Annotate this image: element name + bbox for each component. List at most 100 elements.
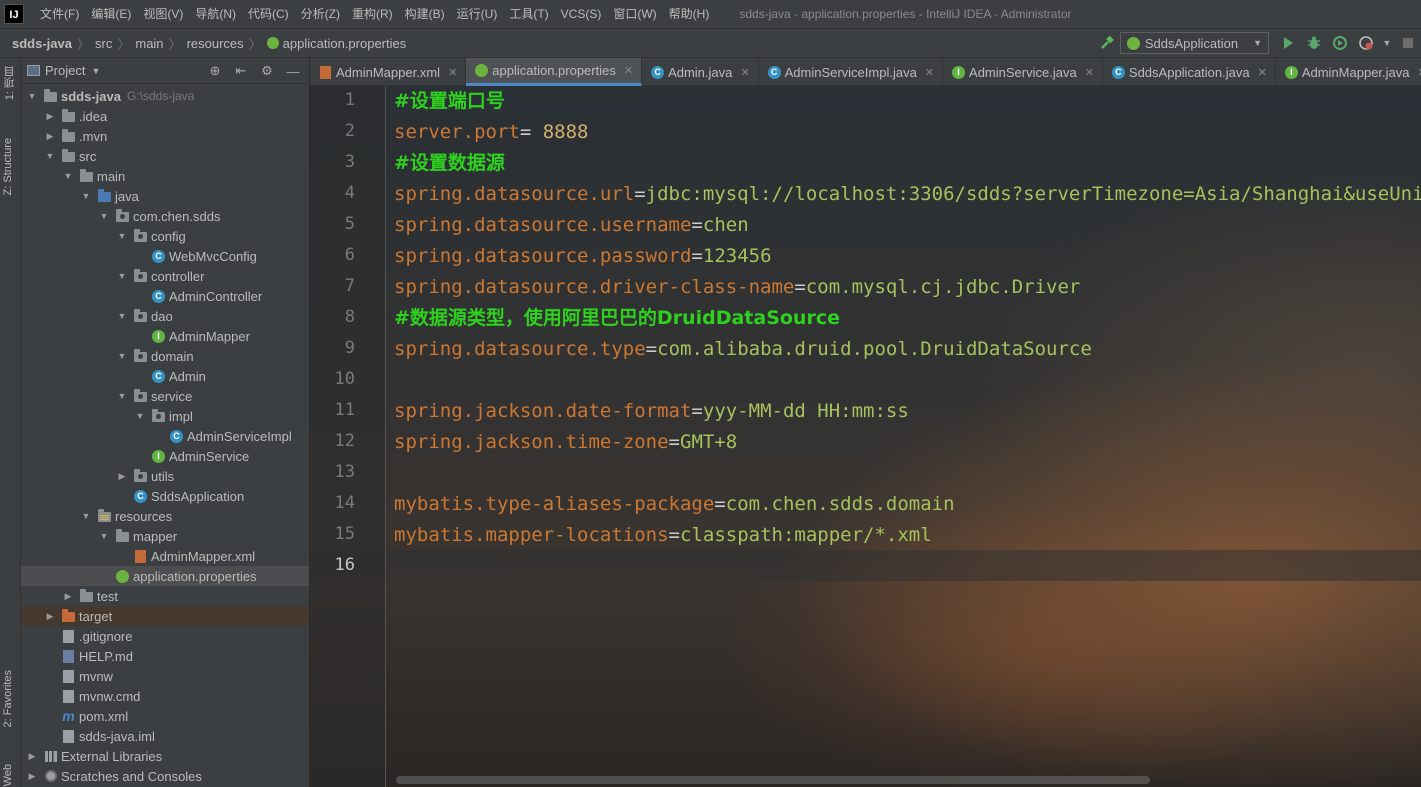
- tree-node[interactable]: HELP.md: [21, 646, 309, 666]
- coverage-icon[interactable]: [1328, 31, 1352, 55]
- chevron-down-icon[interactable]: ▼: [79, 511, 93, 521]
- tree-node[interactable]: ▼ com.chen.sdds: [21, 206, 309, 226]
- tree-node[interactable]: C Admin: [21, 366, 309, 386]
- close-icon[interactable]: ✕: [448, 66, 457, 79]
- chevron-right-icon[interactable]: ▶: [115, 471, 129, 482]
- chevron-down-icon[interactable]: ▼: [43, 151, 57, 161]
- chevron-down-icon[interactable]: ▼: [115, 311, 129, 321]
- tree-node[interactable]: application.properties: [21, 566, 309, 586]
- editor-tab[interactable]: AdminMapper.xml ✕: [310, 58, 467, 86]
- code-line[interactable]: spring.datasource.password=123456: [394, 241, 772, 272]
- tree-node[interactable]: ▼ service: [21, 386, 309, 406]
- intellij-logo-icon[interactable]: IJ: [4, 4, 24, 24]
- tree-node[interactable]: ▼ controller: [21, 266, 309, 286]
- menu-item[interactable]: 视图(V): [137, 0, 189, 28]
- menu-item[interactable]: 代码(C): [242, 0, 295, 28]
- tree-node[interactable]: ▼ impl: [21, 406, 309, 426]
- close-icon[interactable]: ✕: [740, 66, 749, 79]
- tree-node[interactable]: C SddsApplication: [21, 486, 309, 506]
- tree-node[interactable]: ▶ .mvn: [21, 126, 309, 146]
- chevron-down-icon[interactable]: ▼: [115, 231, 129, 241]
- code-line[interactable]: server.port= 8888: [394, 117, 589, 148]
- menu-item[interactable]: 文件(F): [34, 0, 85, 28]
- chevron-right-icon[interactable]: ▶: [43, 611, 57, 622]
- menu-item[interactable]: 导航(N): [189, 0, 242, 28]
- code-line[interactable]: mybatis.type-aliases-package=com.chen.sd…: [394, 489, 955, 520]
- tree-node[interactable]: ▶ test: [21, 586, 309, 606]
- tree-node[interactable]: ▼ java: [21, 186, 309, 206]
- tree-node[interactable]: mvnw: [21, 666, 309, 686]
- code-line[interactable]: spring.jackson.time-zone=GMT+8: [394, 427, 737, 458]
- tree-node[interactable]: ▶ External Libraries: [21, 746, 309, 766]
- close-icon[interactable]: ✕: [624, 64, 633, 77]
- chevron-right-icon[interactable]: ▶: [25, 771, 39, 782]
- breadcrumb-item[interactable]: main: [132, 36, 166, 51]
- menu-item[interactable]: 运行(U): [451, 0, 504, 28]
- tree-node[interactable]: ▶ .idea: [21, 106, 309, 126]
- gear-icon[interactable]: ⚙: [257, 62, 277, 80]
- project-view-select[interactable]: Project: [45, 63, 85, 78]
- chevron-down-icon[interactable]: ▼: [25, 91, 39, 101]
- breadcrumb-item[interactable]: resources: [184, 36, 247, 51]
- tool-window-structure-tab[interactable]: Z: Structure: [2, 138, 14, 195]
- code-line[interactable]: spring.datasource.type=com.alibaba.druid…: [394, 334, 1092, 365]
- tree-node[interactable]: ▼ resources: [21, 506, 309, 526]
- breadcrumb-item[interactable]: src: [92, 36, 115, 51]
- menu-item[interactable]: 工具(T): [503, 0, 554, 28]
- chevron-down-icon[interactable]: ▼: [97, 211, 111, 221]
- tool-window-web-tab[interactable]: Web: [2, 764, 14, 786]
- code-line[interactable]: #设置端口号: [394, 86, 505, 117]
- locate-file-icon[interactable]: ⊕: [205, 62, 225, 80]
- minimize-icon[interactable]: —: [283, 62, 303, 80]
- code-line[interactable]: spring.datasource.username=chen: [394, 210, 749, 241]
- profile-icon[interactable]: [1354, 31, 1378, 55]
- close-icon[interactable]: ✕: [1418, 66, 1421, 79]
- close-icon[interactable]: ✕: [1258, 66, 1267, 79]
- tree-node[interactable]: I AdminMapper: [21, 326, 309, 346]
- tree-node[interactable]: ▼ sdds-java G:\sdds-java: [21, 86, 309, 106]
- chevron-down-icon[interactable]: ▼: [91, 66, 100, 76]
- code-line[interactable]: #数据源类型，使用阿里巴巴的DruidDataSource: [394, 303, 840, 334]
- editor-tab[interactable]: application.properties ✕: [466, 58, 643, 86]
- tree-node[interactable]: C AdminServiceImpl: [21, 426, 309, 446]
- tool-window-project-tab[interactable]: 1: 项目: [2, 66, 18, 100]
- run-configuration-select[interactable]: SddsApplication ▼: [1119, 32, 1269, 54]
- code-editor[interactable]: 1 2 3 4 5 6 7 8 9 10 11 12 13 14 15 16 #设置端口号 server.por…: [310, 86, 1421, 787]
- close-icon[interactable]: ✕: [1085, 66, 1094, 79]
- tree-node[interactable]: ▼ src: [21, 146, 309, 166]
- menu-item[interactable]: 分析(Z): [295, 0, 346, 28]
- editor-tab[interactable]: IAdminMapper.java ✕: [1276, 58, 1421, 86]
- chevron-down-icon[interactable]: ▼: [97, 531, 111, 541]
- tree-node[interactable]: ▼ dao: [21, 306, 309, 326]
- menu-item[interactable]: 重构(R): [346, 0, 399, 28]
- tree-node[interactable]: ▼ mapper: [21, 526, 309, 546]
- tree-node[interactable]: AdminMapper.xml: [21, 546, 309, 566]
- horizontal-scrollbar[interactable]: [396, 776, 1150, 784]
- tree-node[interactable]: sdds-java.iml: [21, 726, 309, 746]
- chevron-down-icon[interactable]: ▼: [133, 411, 147, 421]
- chevron-right-icon[interactable]: ▶: [43, 131, 57, 142]
- tree-node[interactable]: .gitignore: [21, 626, 309, 646]
- chevron-down-icon[interactable]: ▼: [61, 171, 75, 181]
- more-run-options-icon[interactable]: ▼: [1380, 31, 1394, 55]
- tree-node[interactable]: C AdminController: [21, 286, 309, 306]
- tree-node[interactable]: ▶ utils: [21, 466, 309, 486]
- tree-node[interactable]: ▼ config: [21, 226, 309, 246]
- menu-item[interactable]: 编辑(E): [85, 0, 137, 28]
- tree-node[interactable]: I AdminService: [21, 446, 309, 466]
- menu-item[interactable]: 帮助(H): [663, 0, 716, 28]
- editor-tab[interactable]: C SddsApplication.java ✕: [1103, 58, 1276, 86]
- menu-item[interactable]: VCS(S): [555, 0, 608, 28]
- code-line[interactable]: spring.jackson.date-format=yyy-MM-dd HH:…: [394, 396, 909, 427]
- collapse-all-icon[interactable]: ⇤: [231, 62, 251, 80]
- tree-node[interactable]: ▶ target: [21, 606, 309, 626]
- chevron-right-icon[interactable]: ▶: [25, 751, 39, 762]
- chevron-down-icon[interactable]: ▼: [115, 351, 129, 361]
- tree-node[interactable]: m pom.xml: [21, 706, 309, 726]
- code-line[interactable]: spring.datasource.url=jdbc:mysql://local…: [394, 179, 1421, 210]
- code-line[interactable]: mybatis.mapper-locations=classpath:mappe…: [394, 520, 932, 551]
- tree-node[interactable]: mvnw.cmd: [21, 686, 309, 706]
- chevron-down-icon[interactable]: ▼: [115, 271, 129, 281]
- code-line[interactable]: #设置数据源: [394, 148, 505, 179]
- debug-icon[interactable]: [1302, 31, 1326, 55]
